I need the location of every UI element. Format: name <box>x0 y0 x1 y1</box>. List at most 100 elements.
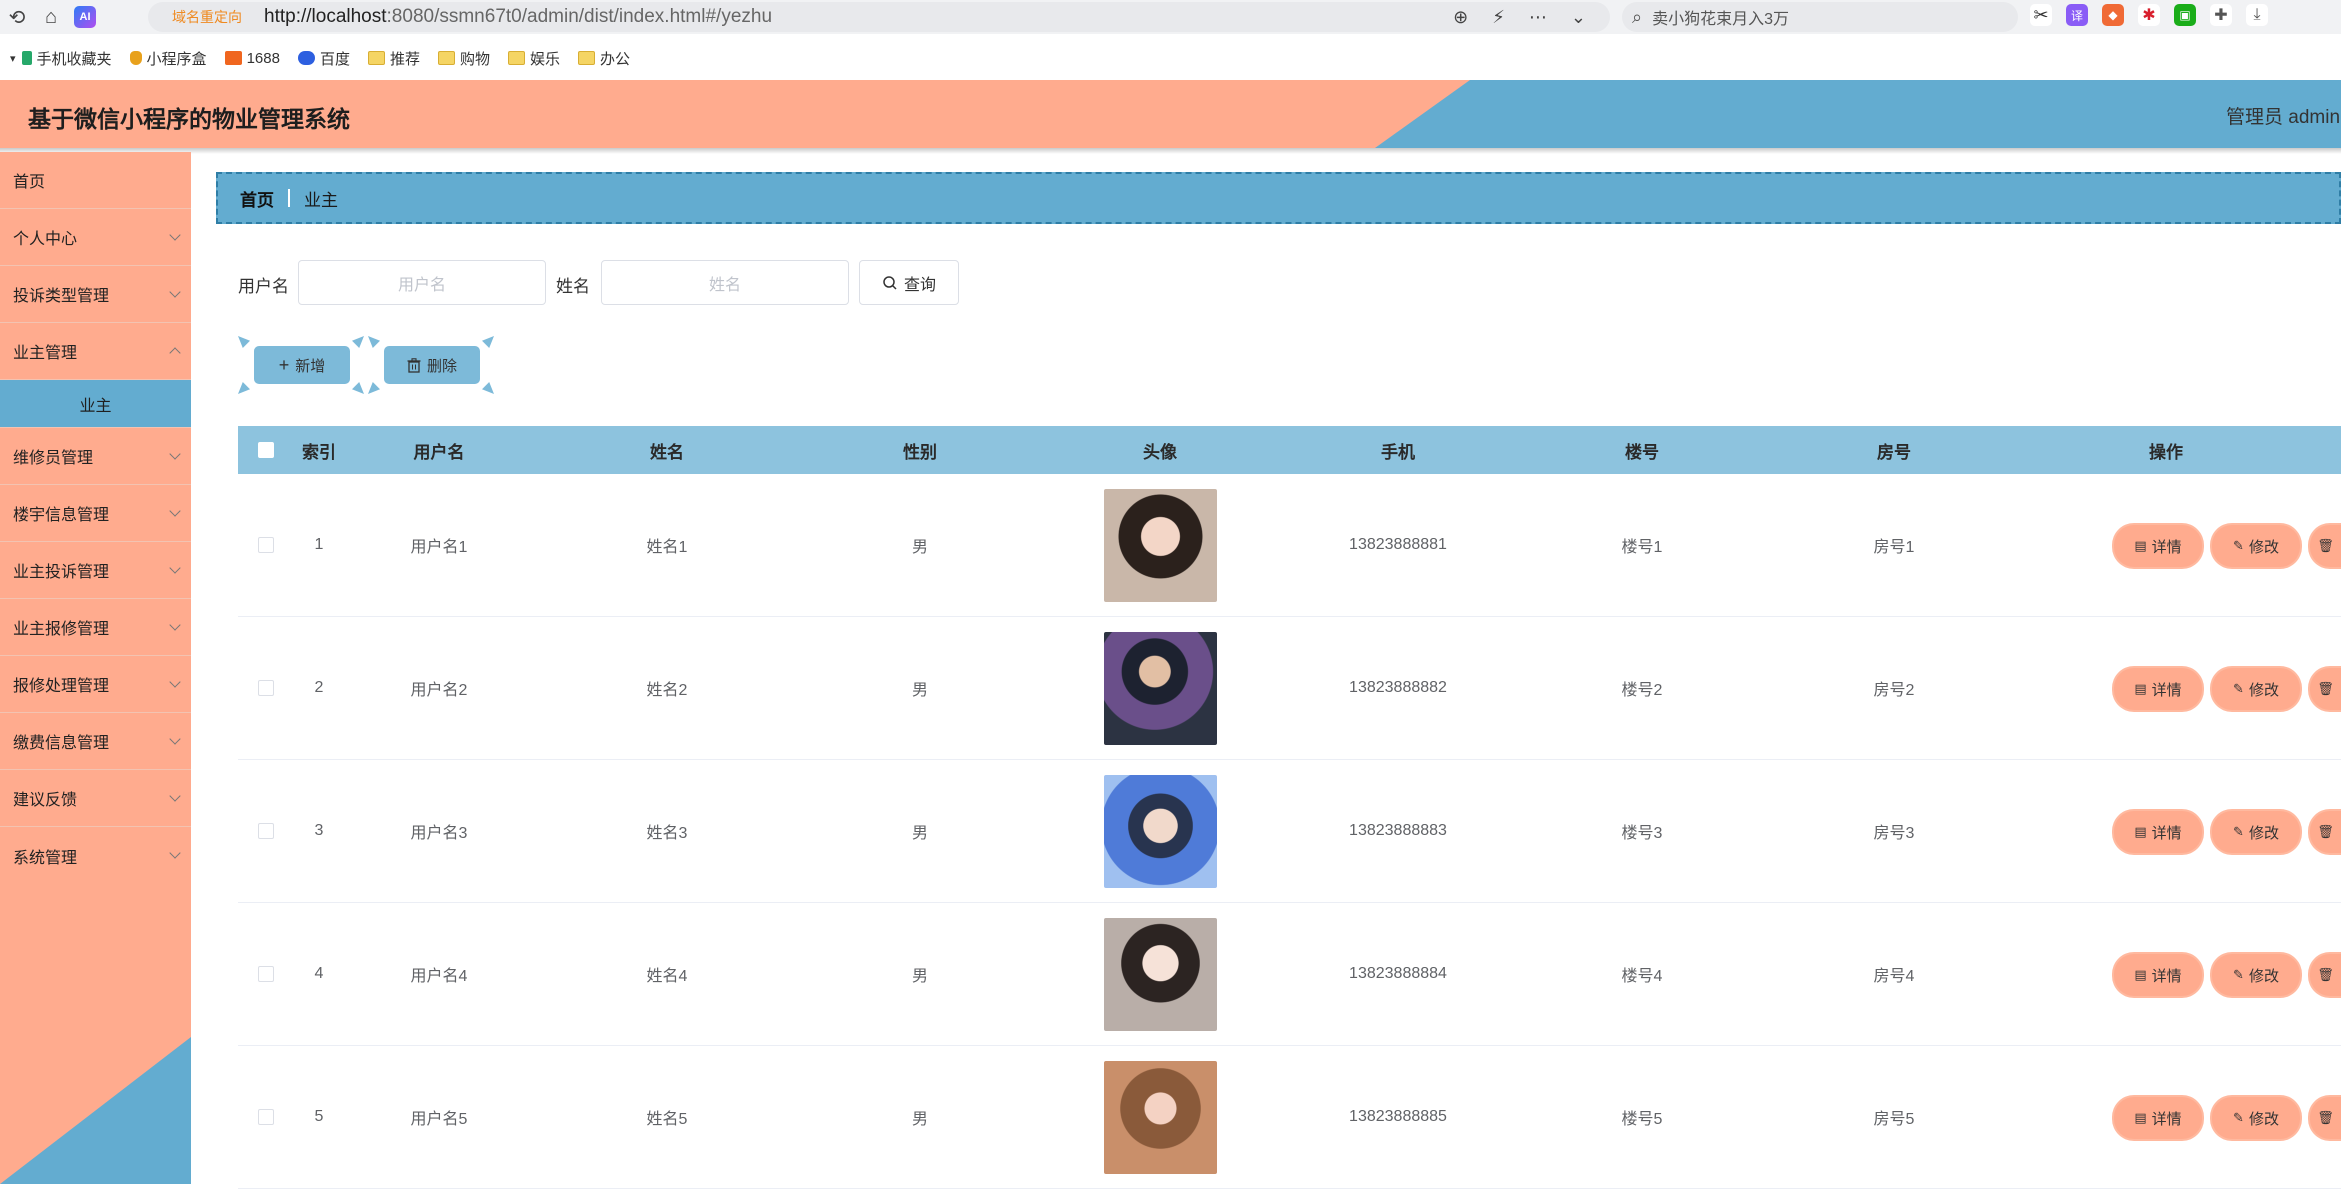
sidebar-item-home[interactable]: 首页 <box>0 152 191 209</box>
avatar[interactable] <box>1103 631 1217 745</box>
row-checkbox[interactable] <box>258 680 274 696</box>
reload-icon[interactable]: ⟲ <box>0 0 34 34</box>
phone-icon <box>21 51 32 65</box>
translate-icon[interactable]: 译 <box>2066 4 2088 26</box>
bookmark-label: 推荐 <box>389 50 420 68</box>
url-text[interactable]: http://localhost:8080/ssmn67t0/admin/dis… <box>264 6 772 28</box>
lightning-icon[interactable]: ⚡ <box>1492 7 1505 28</box>
zoom-icon[interactable]: ⊕ <box>1453 7 1468 28</box>
folder-icon <box>578 51 595 65</box>
column-header-room: 房号 <box>1877 442 1911 462</box>
home-icon[interactable]: ⌂ <box>34 0 68 34</box>
breadcrumb-home[interactable]: 首页 <box>240 186 274 211</box>
bookmark-1688[interactable]: 1688 <box>224 50 280 67</box>
sidebar-item-repairs[interactable]: 业主报修管理 <box>0 599 191 656</box>
row-checkbox[interactable] <box>258 1109 274 1125</box>
bookmark-folder-recommend[interactable]: 推荐 <box>367 48 420 69</box>
detail-button[interactable]: ▤ 详情 <box>2114 1097 2202 1139</box>
edit-button[interactable]: ✎ 修改 <box>2212 811 2300 853</box>
bookmark-baidu[interactable]: 百度 <box>297 48 350 69</box>
edit-button[interactable]: ✎ 修改 <box>2212 954 2300 996</box>
sidebar-item-feedback[interactable]: 建议反馈 <box>0 770 191 827</box>
select-all-checkbox[interactable] <box>258 442 274 458</box>
sidebar-item-complaints[interactable]: 业主投诉管理 <box>0 542 191 599</box>
detail-button-label: 详情 <box>2151 824 2182 842</box>
query-button[interactable]: 查询 <box>859 260 959 305</box>
sidebar-item-repair-handling[interactable]: 报修处理管理 <box>0 656 191 713</box>
name-input[interactable]: 姓名 <box>601 260 849 305</box>
extension-red-icon[interactable]: ✱ <box>2138 4 2160 26</box>
detail-button-label: 详情 <box>2151 538 2182 556</box>
bookmark-folder-shopping[interactable]: 购物 <box>437 48 490 69</box>
detail-button[interactable]: ▤ 详情 <box>2114 811 2202 853</box>
sidebar-item-profile[interactable]: 个人中心 <box>0 209 191 266</box>
add-button[interactable]: + 新增 <box>254 346 350 384</box>
delete-row-button[interactable]: 🗑 <box>2310 954 2341 996</box>
sidebar-item-label: 个人中心 <box>13 231 78 248</box>
table-row: 4 用户名4 姓名4 男 13823888884 楼号4 房号4 ▤ 详情 ✎ 修改 🗑 <box>238 903 2341 1046</box>
delete-row-button[interactable]: 🗑 <box>2310 811 2341 853</box>
detail-button[interactable]: ▤ 详情 <box>2114 525 2202 567</box>
row-checkbox[interactable] <box>258 966 274 982</box>
caret-icon[interactable]: ▾ <box>10 52 16 65</box>
row-checkbox[interactable] <box>258 537 274 553</box>
cell-name: 姓名5 <box>646 1111 688 1128</box>
chevron-down-icon[interactable]: ⌄ <box>1571 7 1586 28</box>
sidebar-subitem-owner[interactable]: 业主 <box>0 380 191 428</box>
button-decoration <box>482 382 494 394</box>
sidebar-item-owners[interactable]: 业主管理 <box>0 323 191 380</box>
avatar[interactable] <box>1103 917 1217 1031</box>
avatar[interactable] <box>1103 1060 1217 1174</box>
sidebar-item-repairers[interactable]: 维修员管理 <box>0 428 191 485</box>
sidebar-item-payments[interactable]: 缴费信息管理 <box>0 713 191 770</box>
delete-row-button[interactable]: 🗑 <box>2310 668 2341 710</box>
extension-orange-icon[interactable]: ◆ <box>2102 4 2124 26</box>
puzzle-icon[interactable]: ✚ <box>2210 4 2232 26</box>
edit-button[interactable]: ✎ 修改 <box>2212 525 2300 567</box>
extension-green-icon[interactable]: ▣ <box>2174 4 2196 26</box>
delete-row-button[interactable]: 🗑 <box>2310 1097 2341 1139</box>
edit-button[interactable]: ✎ 修改 <box>2212 1097 2300 1139</box>
button-decoration <box>238 336 250 348</box>
query-button-label: 查询 <box>903 276 936 294</box>
trash-icon: 🗑 <box>2317 681 2334 696</box>
username-input[interactable]: 用户名 <box>298 260 546 305</box>
url-path: :8080/ssmn67t0/admin/dist/index.html#/ye… <box>386 6 773 27</box>
bookmark-folder-entertainment[interactable]: 娱乐 <box>507 48 560 69</box>
cell-room: 房号5 <box>1873 1111 1915 1128</box>
chevron-down-icon <box>169 619 181 631</box>
delete-button[interactable]: 删除 <box>384 346 480 384</box>
sidebar-item-complaint-types[interactable]: 投诉类型管理 <box>0 266 191 323</box>
more-icon[interactable]: ⋯ <box>1529 7 1547 28</box>
download-icon[interactable]: ⤓ <box>2246 4 2268 26</box>
ai-icon[interactable]: AI <box>74 6 96 28</box>
chevron-down-icon <box>169 676 181 688</box>
detail-button[interactable]: ▤ 详情 <box>2114 954 2202 996</box>
sidebar-item-buildings[interactable]: 楼宇信息管理 <box>0 485 191 542</box>
detail-button[interactable]: ▤ 详情 <box>2114 668 2202 710</box>
chevron-up-icon <box>169 347 181 359</box>
browser-search-box[interactable]: ⌕ 卖小狗花束月入3万 <box>1622 2 2018 32</box>
bookmark-mobile[interactable]: 手机收藏夹 <box>21 48 112 69</box>
row-checkbox-cell <box>238 760 294 902</box>
sidebar-item-label: 系统管理 <box>13 849 78 867</box>
current-user[interactable]: 管理员 admin <box>2226 102 2340 129</box>
address-bar[interactable]: 域名重定向 http://localhost:8080/ssmn67t0/adm… <box>148 2 1610 32</box>
avatar[interactable] <box>1103 488 1217 602</box>
delete-row-button[interactable]: 🗑 <box>2310 525 2341 567</box>
shield-icon <box>129 51 142 65</box>
chevron-down-icon <box>169 505 181 517</box>
scissors-icon[interactable]: ✂ <box>2030 4 2052 26</box>
cell-name: 姓名4 <box>646 968 688 985</box>
bookmark-label: 购物 <box>459 50 490 68</box>
avatar[interactable] <box>1103 774 1217 888</box>
edit-button[interactable]: ✎ 修改 <box>2212 668 2300 710</box>
row-checkbox[interactable] <box>258 823 274 839</box>
bookmark-miniapp[interactable]: 小程序盒 <box>129 48 207 69</box>
table-body: 1 用户名1 姓名1 男 13823888881 楼号1 房号1 ▤ 详情 ✎ 修改 🗑 2 用户名2 姓名… <box>238 474 2341 1189</box>
cell-username: 用户名4 <box>410 968 468 985</box>
sidebar-item-system[interactable]: 系统管理 <box>0 827 191 884</box>
browser-search-text: 卖小狗花束月入3万 <box>1652 11 1789 28</box>
chevron-down-icon <box>169 562 181 574</box>
bookmark-folder-office[interactable]: 办公 <box>578 48 630 69</box>
